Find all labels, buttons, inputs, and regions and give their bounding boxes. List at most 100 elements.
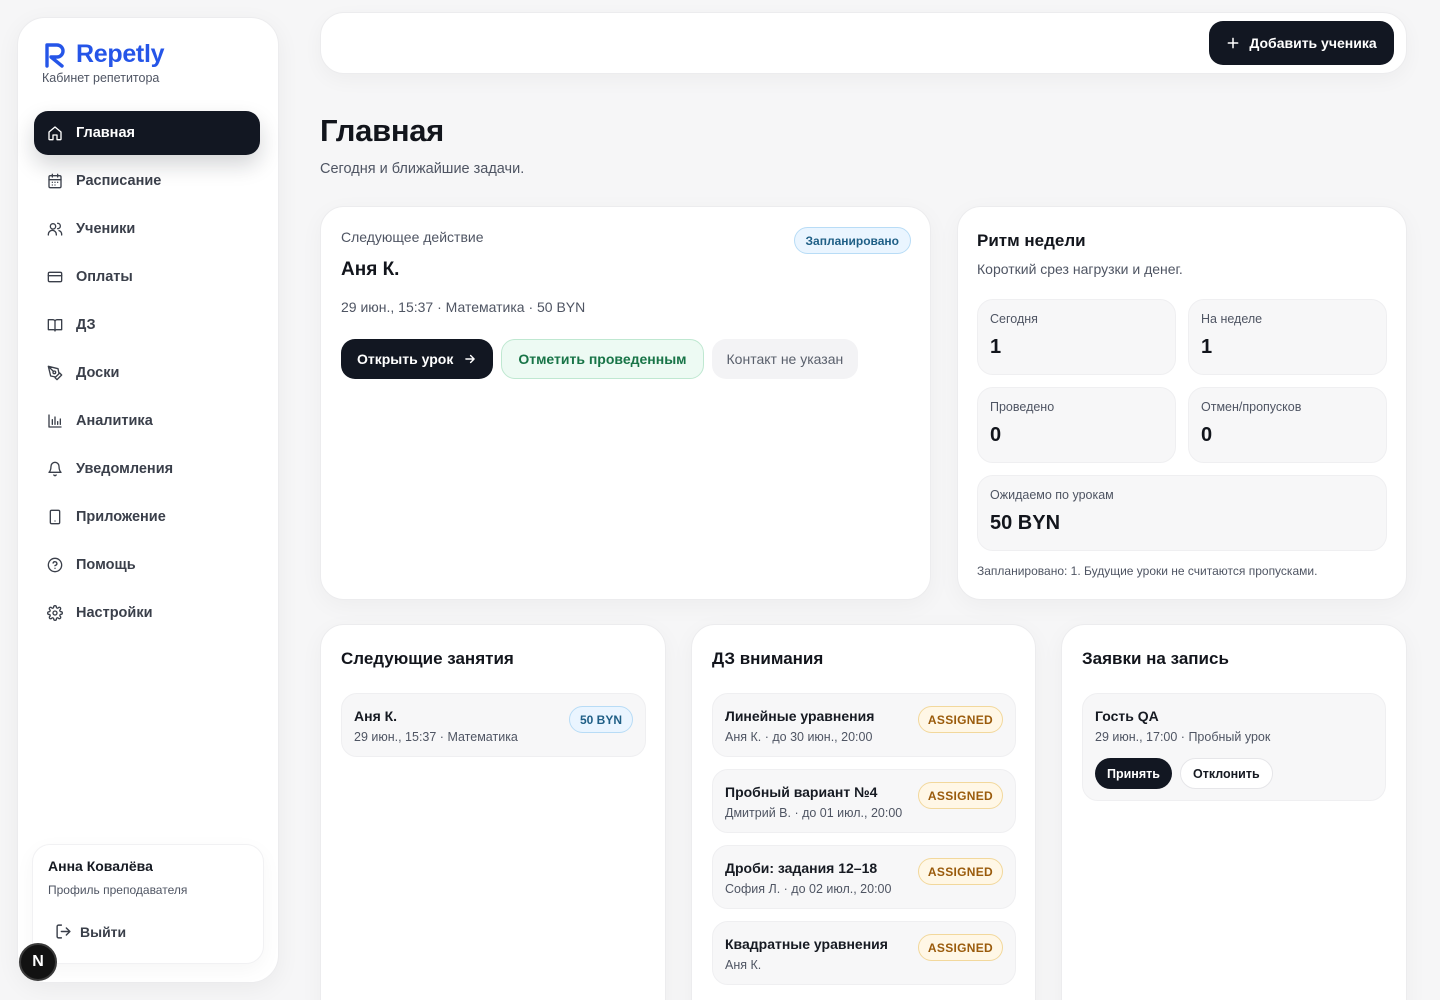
plus-icon: [1227, 37, 1239, 49]
homework-item-title: Пробный вариант №4: [725, 784, 878, 800]
homework-item[interactable]: Дроби: задания 12–18 София Л. · до 02 ию…: [712, 845, 1016, 909]
stat-value: 0: [1201, 424, 1213, 446]
stat-value: 1: [1201, 336, 1213, 358]
sidebar-item-home[interactable]: Главная: [34, 111, 260, 155]
top-bar: Добавить ученика: [320, 12, 1407, 74]
request-actions: Принять Отклонить: [1095, 758, 1273, 789]
accept-button[interactable]: Принять: [1095, 758, 1172, 789]
stat-cancellations: Отмен/пропусков 0: [1188, 387, 1387, 463]
sidebar-item-label: Оплаты: [76, 269, 133, 285]
status-badge: Запланировано: [793, 227, 911, 254]
status-badge: ASSIGNED: [917, 706, 1003, 733]
lesson-student: Аня К.: [354, 708, 398, 724]
sidebar-item-label: Аналитика: [76, 413, 153, 429]
logo-icon: [45, 42, 65, 68]
profile-name: Анна Ковалёва: [48, 858, 153, 874]
arrow-right-icon: [465, 354, 476, 364]
sidebar-item-students[interactable]: Ученики: [34, 207, 260, 251]
sidebar-item-schedule[interactable]: Расписание: [34, 159, 260, 203]
brand-subtitle: Кабинет репетитора: [42, 71, 160, 85]
stat-week: На неделе 1: [1188, 299, 1387, 375]
homework-item-title: Дроби: задания 12–18: [725, 860, 878, 876]
sidebar-item-label: Помощь: [76, 557, 136, 573]
sidebar-item-boards[interactable]: Доски: [34, 351, 260, 395]
add-student-label: Добавить ученика: [1249, 35, 1377, 51]
homework-item[interactable]: Линейные уравнения Аня К. · до 30 июн., …: [712, 693, 1016, 757]
homework-item-meta: София Л. · до 02 июл., 20:00: [725, 882, 892, 896]
stat-label: На неделе: [1201, 312, 1263, 326]
logout-label: Выйти: [80, 923, 127, 940]
homework-title: ДЗ внимания: [712, 649, 824, 668]
add-student-button[interactable]: Добавить ученика: [1209, 21, 1394, 65]
rhythm-note: Запланировано: 1. Будущие уроки не счита…: [977, 564, 1318, 578]
book-icon: [47, 319, 63, 332]
sidebar-item-label: Приложение: [76, 509, 166, 525]
logout-icon: [56, 924, 71, 939]
sidebar-item-notifications[interactable]: Уведомления: [34, 447, 260, 491]
homework-item[interactable]: Пробный вариант №4 Дмитрий В. · до 01 ию…: [712, 769, 1016, 833]
bar-chart-icon: [48, 414, 62, 428]
next-action-buttons: Открыть урок Отметить проведенным Контак…: [341, 339, 859, 379]
next-action-label: Следующее действие: [341, 229, 484, 245]
stat-label: Ожидаемо по урокам: [990, 488, 1114, 502]
page-subtitle: Сегодня и ближайшие задачи.: [320, 161, 525, 177]
help-circle-icon: [47, 557, 63, 573]
stat-expected-income: Ожидаемо по урокам 50 BYN: [977, 475, 1387, 551]
brand[interactable]: Repetly: [42, 40, 165, 69]
page-title: Главная: [320, 113, 444, 148]
sidebar-item-payments[interactable]: Оплаты: [34, 255, 260, 299]
sidebar-item-analytics[interactable]: Аналитика: [34, 399, 260, 443]
stat-today: Сегодня 1: [977, 299, 1176, 375]
profile-role: Профиль преподавателя: [48, 883, 188, 897]
gear-icon: [47, 605, 63, 621]
sidebar-item-label: Главная: [76, 125, 135, 141]
stat-value: 1: [990, 336, 1002, 358]
users-icon: [47, 222, 63, 236]
sidebar-item-label: Ученики: [76, 221, 136, 237]
smartphone-icon: [49, 509, 61, 525]
calendar-icon: [48, 173, 62, 189]
next-action-card: Следующее действие Запланировано Аня К. …: [320, 206, 931, 600]
sidebar-item-label: ДЗ: [76, 317, 96, 333]
profile-card: Анна Ковалёва Профиль преподавателя Выйт…: [32, 844, 264, 964]
rhythm-subtitle: Короткий срез нагрузки и денег.: [977, 261, 1183, 277]
homework-item[interactable]: Квадратные уравнения Аня К. ASSIGNED: [712, 921, 1016, 985]
sidebar-item-label: Доски: [76, 365, 120, 381]
sidebar: Repetly Кабинет репетитора Главная Распи…: [17, 17, 279, 983]
request-name: Гость QA: [1095, 708, 1159, 724]
status-badge: ASSIGNED: [917, 934, 1003, 961]
sidebar-item-label: Настройки: [76, 605, 153, 621]
next-action-meta: 29 июн., 15:37 · Математика · 50 BYN: [341, 299, 586, 315]
open-lesson-label: Открыть урок: [357, 351, 454, 367]
homework-item-meta: Аня К. · до 30 июн., 20:00: [725, 730, 873, 744]
sidebar-item-label: Уведомления: [76, 461, 174, 477]
sidebar-nav: Главная Расписание Ученики Оплаты ДЗ Дос…: [34, 111, 260, 639]
decline-button[interactable]: Отклонить: [1179, 758, 1273, 789]
upcoming-lessons-card: Следующие занятия Аня К. 29 июн., 15:37 …: [320, 624, 666, 1000]
sidebar-item-label: Расписание: [76, 173, 162, 189]
homework-attention-card: ДЗ внимания Линейные уравнения Аня К. · …: [691, 624, 1036, 1000]
lesson-item[interactable]: Аня К. 29 июн., 15:37 · Математика 50 BY…: [341, 693, 646, 757]
request-item: Гость QA 29 июн., 17:00 · Пробный урок П…: [1082, 693, 1386, 801]
lesson-meta: 29 июн., 15:37 · Математика: [354, 730, 518, 744]
pen-icon: [47, 365, 63, 381]
logout-button[interactable]: Выйти: [55, 923, 126, 940]
rhythm-title: Ритм недели: [977, 231, 1086, 250]
dev-tools-badge[interactable]: N: [19, 943, 57, 981]
request-meta: 29 июн., 17:00 · Пробный урок: [1095, 730, 1271, 744]
booking-requests-card: Заявки на запись Гость QA 29 июн., 17:00…: [1061, 624, 1407, 1000]
stat-completed: Проведено 0: [977, 387, 1176, 463]
sidebar-item-app[interactable]: Приложение: [34, 495, 260, 539]
sidebar-item-homework[interactable]: ДЗ: [34, 303, 260, 347]
bell-icon: [48, 461, 62, 477]
sidebar-item-help[interactable]: Помощь: [34, 543, 260, 587]
mark-done-button[interactable]: Отметить проведенным: [501, 339, 704, 379]
stat-value: 50 BYN: [990, 512, 1061, 534]
price-badge: 50 BYN: [568, 706, 633, 733]
stat-label: Проведено: [990, 400, 1055, 414]
open-lesson-button[interactable]: Открыть урок: [341, 339, 494, 379]
sidebar-item-settings[interactable]: Настройки: [34, 591, 260, 635]
contact-button[interactable]: Контакт не указан: [711, 339, 859, 379]
status-badge: ASSIGNED: [917, 782, 1003, 809]
homework-item-meta: Аня К.: [725, 958, 762, 972]
